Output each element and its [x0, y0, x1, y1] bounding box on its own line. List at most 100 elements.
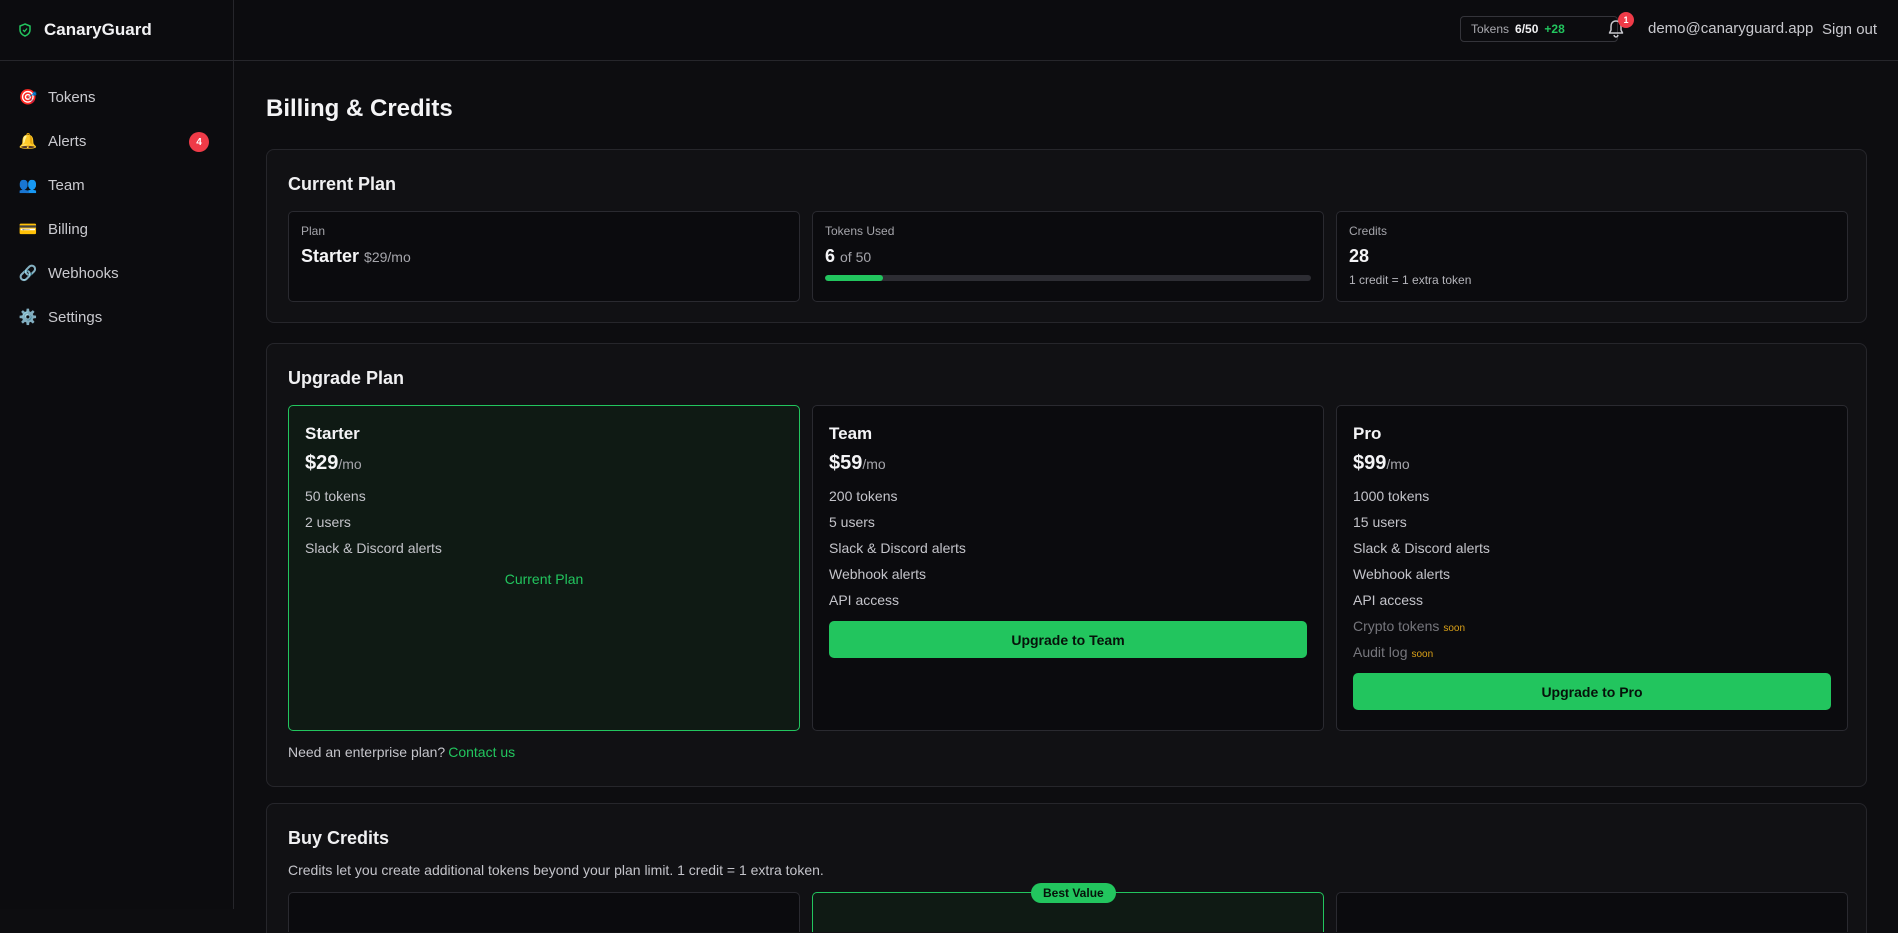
sidebar-item-label: Billing — [48, 220, 89, 238]
enterprise-note: Need an enterprise plan? Contact us — [288, 744, 515, 760]
enterprise-text: Need an enterprise plan? — [288, 744, 446, 760]
plan-price-amount: $29 — [305, 452, 339, 474]
tokens-progress-fill — [825, 275, 884, 281]
plan-feature: 50 tokens — [305, 488, 366, 504]
plan-feature: 2 users — [305, 514, 351, 530]
user-email: demo@canaryguard.app — [1648, 20, 1814, 37]
sign-out-button[interactable]: Sign out — [1822, 21, 1877, 38]
plan-price-period: /mo — [338, 456, 362, 472]
plan-feature: 5 users — [829, 514, 875, 530]
contact-us-link[interactable]: Contact us — [448, 744, 515, 760]
tokens-used-value-row: 6 of 50 — [825, 246, 1311, 267]
plan-features: 50 tokens 2 users Slack & Discord alerts — [305, 483, 783, 561]
plan-price: $29/mo — [364, 249, 411, 265]
upgrade-plan-title: Upgrade Plan — [288, 368, 405, 388]
plan-feature-coming-soon: Audit log soon — [1353, 639, 1831, 665]
sidebar-nav: 🎯 Tokens 🔔 Alerts 4 👥 Team 💳 Billing 🔗 W… — [0, 61, 233, 339]
feature-label: Crypto tokens — [1353, 618, 1440, 634]
plan-price-period: /mo — [1386, 456, 1410, 472]
sidebar-item-webhooks[interactable]: 🔗 Webhooks — [0, 251, 233, 295]
app-name: CanaryGuard — [44, 20, 152, 39]
sidebar-item-label: Tokens — [48, 88, 96, 106]
soon-tag: soon — [1411, 649, 1434, 660]
plan-price: $59/mo — [829, 452, 1307, 475]
tokens-used-value: 6 — [825, 246, 836, 266]
plan-feature: Slack & Discord alerts — [829, 540, 966, 556]
plan-name: Starter — [301, 246, 360, 266]
plan-card-starter: Starter $29/mo 50 tokens 2 users Slack &… — [288, 405, 800, 731]
plan-feature: 200 tokens — [829, 488, 898, 504]
plan-card-pro: Pro $99/mo 1000 tokens 15 users Slack & … — [1336, 405, 1848, 731]
tokens-progress-bar — [825, 275, 1311, 281]
plan-price-amount: $99 — [1353, 452, 1387, 474]
plan-name: Pro — [1353, 424, 1382, 443]
credit-card-icon: 💳 — [18, 221, 38, 238]
credit-pack-card[interactable] — [288, 892, 800, 932]
upgrade-to-pro-button[interactable]: Upgrade to Pro — [1353, 673, 1831, 710]
plan-name: Starter — [305, 424, 360, 443]
users-icon: 👥 — [18, 177, 38, 194]
tokens-used-stat: Tokens Used 6 of 50 — [812, 211, 1324, 302]
plan-features: 1000 tokens 15 users Slack & Discord ale… — [1353, 483, 1831, 665]
sidebar-item-label: Alerts — [48, 132, 87, 150]
plan-feature: Slack & Discord alerts — [305, 540, 442, 556]
upgrade-to-team-button[interactable]: Upgrade to Team — [829, 621, 1307, 658]
sidebar-item-label: Settings — [48, 308, 103, 326]
plan-price-amount: $59 — [829, 452, 863, 474]
plan-features: 200 tokens 5 users Slack & Discord alert… — [829, 483, 1307, 613]
plan-feature: Webhook alerts — [1353, 566, 1451, 582]
best-value-badge: Best Value — [1031, 883, 1116, 903]
token-usage-pill[interactable]: Tokens 6/50 +28 — [1460, 16, 1618, 42]
sidebar-item-billing[interactable]: 💳 Billing — [0, 207, 233, 251]
plan-stat: Plan Starter $29/mo — [288, 211, 800, 302]
plan-name: Team — [829, 424, 873, 443]
plan-feature: Webhook alerts — [829, 566, 927, 582]
sidebar-item-label: Team — [48, 176, 85, 194]
sidebar-item-team[interactable]: 👥 Team — [0, 163, 233, 207]
plan-feature: 15 users — [1353, 514, 1407, 530]
plan-feature: Slack & Discord alerts — [1353, 540, 1490, 556]
plan-stat-value-row: Starter $29/mo — [301, 246, 787, 267]
credit-pack-card[interactable] — [1336, 892, 1848, 932]
bell-icon: 🔔 — [18, 133, 38, 150]
tokens-used-limit: of 50 — [840, 249, 872, 265]
buy-credits-subtitle: Credits let you create additional tokens… — [288, 862, 824, 878]
sidebar-item-tokens[interactable]: 🎯 Tokens — [0, 75, 233, 119]
credits-label: Credits — [1349, 224, 1388, 238]
plan-price-period: /mo — [862, 456, 886, 472]
plan-feature: 1000 tokens — [1353, 488, 1430, 504]
token-usage-label: Tokens — [1471, 22, 1510, 36]
tokens-used-label: Tokens Used — [825, 224, 895, 238]
plan-feature: API access — [1353, 592, 1424, 608]
credits-note: 1 credit = 1 extra token — [1349, 273, 1472, 287]
soon-tag: soon — [1443, 623, 1466, 634]
page-title: Billing & Credits — [266, 95, 453, 122]
plan-feature-coming-soon: Crypto tokens soon — [1353, 613, 1831, 639]
credit-pack-card-best[interactable]: Best Value — [812, 883, 1324, 932]
plan-stat-label: Plan — [301, 224, 326, 238]
current-plan-title: Current Plan — [288, 174, 397, 194]
sidebar-item-alerts[interactable]: 🔔 Alerts 4 — [0, 119, 233, 163]
buy-credits-title: Buy Credits — [288, 828, 390, 848]
current-plan-card: Current Plan Plan Starter $29/mo Tokens U… — [266, 149, 1867, 323]
credits-stat: Credits 28 1 credit = 1 extra token — [1336, 211, 1848, 302]
notification-count-badge: 1 — [1618, 12, 1634, 28]
plan-card-team: Team $59/mo 200 tokens 5 users Slack & D… — [812, 405, 1324, 731]
token-extra-credits: +28 — [1544, 22, 1565, 36]
sidebar: CanaryGuard 🎯 Tokens 🔔 Alerts 4 👥 Team 💳… — [0, 0, 234, 909]
sidebar-item-settings[interactable]: ⚙️ Settings — [0, 295, 233, 339]
current-plan-label: Current Plan — [504, 571, 584, 587]
token-usage-count: 6/50 — [1515, 22, 1539, 36]
plan-price: $29/mo — [305, 452, 783, 475]
top-bar: Tokens 6/50 +28 1 demo@canaryguard.app S… — [234, 0, 1898, 61]
feature-label: Audit log — [1353, 644, 1408, 660]
plan-price: $99/mo — [1353, 452, 1831, 475]
plan-feature: API access — [829, 592, 900, 608]
link-icon: 🔗 — [18, 265, 38, 282]
buy-credits-card: Buy Credits Credits let you create addit… — [266, 803, 1867, 933]
credits-value: 28 — [1349, 246, 1370, 266]
sidebar-item-label: Webhooks — [48, 264, 119, 282]
target-icon: 🎯 — [18, 89, 38, 106]
alerts-count-badge: 4 — [189, 132, 209, 152]
brand[interactable]: CanaryGuard — [0, 0, 233, 61]
